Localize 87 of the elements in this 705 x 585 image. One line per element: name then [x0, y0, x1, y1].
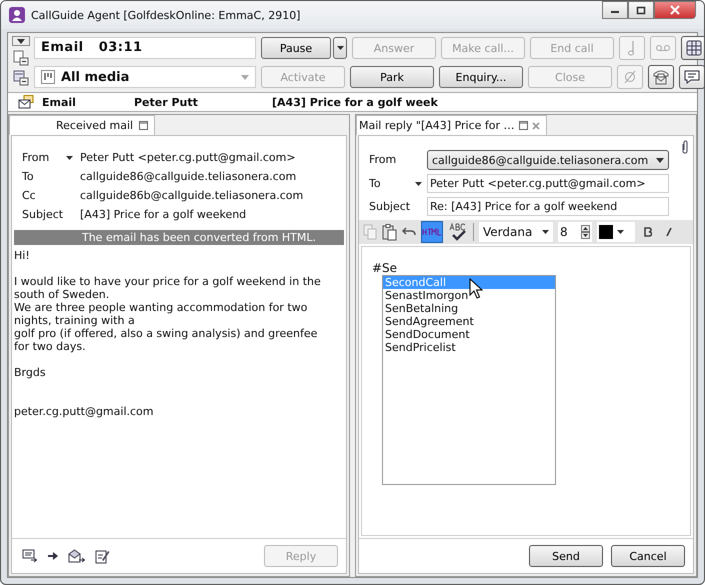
caret-icon: [17, 38, 25, 44]
received-mail-tab[interactable]: Received mail: [9, 115, 156, 135]
close-icon: [670, 5, 680, 15]
field-label: Subject: [22, 207, 64, 223]
queue-icon: [13, 70, 29, 86]
body-paragraph: I would like to have your price for a golf weekend in the south of Sweden. We are three people wanting accommodation for two nights, training with a golf pro (if offered, also a swing analysis) and greenfee for two days.: [14, 275, 322, 353]
paperclip-icon[interactable]: [681, 140, 689, 154]
suggestion-item[interactable]: SenBetalning: [383, 302, 555, 315]
subject-text: [A43] Price for a golf week: [272, 96, 438, 108]
phone-mail-button[interactable]: [648, 65, 674, 89]
html-toggle-button[interactable]: [421, 221, 443, 243]
media-type: Email: [42, 96, 77, 108]
notice-banner: The email has been converted from HTML.: [14, 230, 344, 245]
collapse-button[interactable]: [12, 36, 30, 46]
grid-button[interactable]: [681, 36, 704, 60]
dialog-button[interactable]: Send: [529, 545, 603, 567]
edit-icon[interactable]: [95, 548, 110, 564]
field-label: From: [22, 150, 50, 166]
caret-icon: [542, 230, 549, 234]
media-icon: [41, 70, 55, 84]
queue-icon: [13, 50, 29, 66]
mute-icon: [623, 70, 637, 84]
voicemail-icon: [655, 43, 671, 53]
caret-icon: [336, 46, 344, 50]
toolbar-button[interactable]: Enquiry...: [439, 66, 523, 88]
field-label: Subject: [369, 198, 412, 214]
field-label: To: [22, 169, 35, 185]
field-label: To: [369, 176, 382, 192]
spinner-arrows-icon[interactable]: [581, 225, 590, 239]
color-swatch: [599, 225, 613, 239]
window-title: CallGuide Agent [GolfdeskOnline: EmmaC, 2910]: [31, 8, 300, 22]
size-spinner[interactable]: 8: [558, 222, 592, 242]
user-icon: [9, 7, 25, 23]
suggestion-item[interactable]: SendAgreement: [383, 315, 555, 328]
media-select[interactable]: All media: [34, 66, 256, 88]
grid-icon: [685, 39, 703, 57]
caret-icon[interactable]: [66, 156, 73, 160]
status-display: Email 03:11: [34, 37, 256, 59]
from-select[interactable]: callguide86@callguide.teliasonera.com: [427, 150, 669, 170]
suggestion-item[interactable]: SenastImorgon: [383, 289, 555, 302]
caret-icon: [656, 158, 664, 162]
caret-icon[interactable]: [415, 182, 422, 186]
field-value: [A43] Price for a golf weekend: [80, 207, 248, 223]
pause-button[interactable]: Pause: [261, 37, 331, 59]
arrow-icon[interactable]: [48, 552, 58, 560]
dialog-button[interactable]: Cancel: [611, 545, 685, 567]
toolbar-button[interactable]: Park: [350, 66, 434, 88]
reply-editor[interactable]: #Se SecondCall SenastImorgon SenBetalning SendAgreement SendDocument SendPricelist: [361, 246, 691, 536]
font-select[interactable]: Verdana: [479, 222, 553, 242]
subject-field[interactable]: Re: [A43] Price for a golf weekend: [427, 197, 669, 216]
envelope-icon[interactable]: [68, 548, 85, 564]
paste-icon[interactable]: [382, 224, 397, 240]
bold-icon: [644, 227, 652, 237]
to-field[interactable]: Peter Putt <peter.cg.putt@gmail.com>: [427, 174, 669, 193]
maximize-icon[interactable]: [139, 121, 148, 130]
minimize-button[interactable]: [602, 1, 628, 19]
caret-icon: [241, 74, 249, 80]
body-paragraph: Brgds: [14, 366, 47, 379]
close-button[interactable]: [654, 1, 696, 19]
suggestion-item[interactable]: SendPricelist: [383, 341, 555, 354]
mouse-cursor-icon: [469, 278, 483, 300]
field-value: callguide86b@callguide.teliasonera.com: [80, 188, 304, 204]
field-value: callguide86@callguide.teliasonera.com: [80, 169, 298, 185]
chat-button[interactable]: [679, 65, 704, 89]
caret-icon: [617, 230, 624, 234]
spellcheck-icon[interactable]: [448, 222, 468, 242]
chat-icon: [683, 68, 701, 86]
mail-reply-tab[interactable]: Mail reply "[A43] Price for …: [356, 115, 547, 135]
undo-icon[interactable]: [402, 227, 416, 237]
color-picker[interactable]: [597, 222, 635, 242]
field-value: Peter Putt <peter.cg.putt@gmail.com>: [80, 150, 297, 166]
body-paragraph: Hi!: [14, 249, 31, 262]
phone-mail-icon: [652, 68, 670, 86]
editor-text: #Se: [372, 261, 398, 275]
maximize-icon[interactable]: [518, 121, 528, 130]
html-icon: [422, 228, 442, 236]
field-label: From: [369, 152, 398, 168]
maximize-button[interactable]: [628, 1, 654, 19]
field-label: Cc: [22, 188, 37, 204]
italic-icon: [665, 227, 673, 237]
forward-icon[interactable]: [22, 549, 38, 563]
body-paragraph: peter.cg.putt@gmail.com: [14, 405, 154, 418]
close-icon[interactable]: [532, 122, 540, 130]
dropdown-button[interactable]: [333, 37, 347, 59]
suggestion-item[interactable]: SendDocument: [383, 328, 555, 341]
maximize-icon: [636, 6, 646, 14]
customer-name: Peter Putt: [134, 96, 199, 108]
